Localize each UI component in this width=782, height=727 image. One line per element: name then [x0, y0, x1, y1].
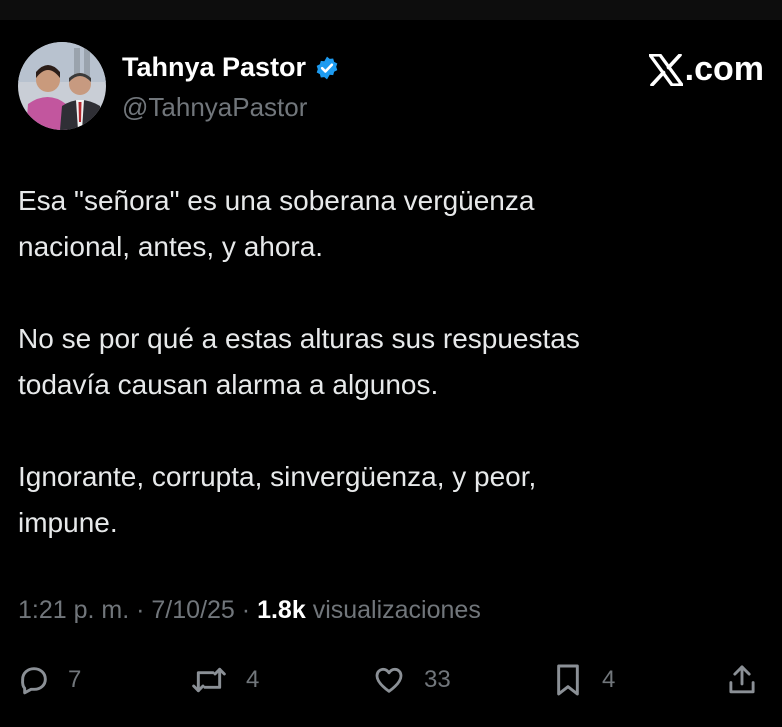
views-count: 1.8k [257, 596, 306, 624]
meta-separator: · [241, 596, 251, 624]
views-label: visualizaciones [312, 596, 481, 624]
repost-icon [192, 667, 226, 693]
meta-separator: · [136, 596, 145, 624]
like-button[interactable]: 33 [372, 660, 451, 700]
bookmark-count: 4 [602, 666, 616, 693]
tweet-paragraph: Esa "señora" es una soberana vergüenza n… [18, 185, 535, 262]
tweet-date[interactable]: 7/10/25 [151, 596, 234, 624]
top-strip [0, 0, 782, 20]
action-bar: 7 4 33 4 [18, 660, 764, 704]
repost-button[interactable]: 4 [190, 660, 259, 700]
tweet-meta: 1:21 p. m. · 7/10/25 · 1.8k visualizacio… [18, 596, 481, 625]
heart-icon [375, 667, 403, 693]
author-name-text[interactable]: Tahnya Pastor [122, 52, 306, 83]
x-com-logo: .com [648, 50, 764, 89]
bookmark-icon [557, 664, 579, 696]
tweet-paragraph: No se por qué a estas alturas sus respue… [18, 323, 580, 400]
reply-count: 7 [68, 666, 82, 693]
repost-count: 4 [246, 666, 260, 693]
x-logo-icon [648, 53, 683, 86]
reply-icon [21, 667, 47, 695]
like-count: 33 [424, 666, 451, 693]
avatar[interactable] [18, 42, 106, 130]
tweet-header: Tahnya Pastor @TahnyaPastor .com [18, 40, 764, 132]
x-logo-domain: .com [684, 50, 764, 88]
tweet-text: Esa "señora" es una soberana vergüenza n… [18, 178, 758, 592]
author-name[interactable]: Tahnya Pastor [122, 52, 340, 83]
share-button[interactable] [726, 660, 776, 700]
author-handle[interactable]: @TahnyaPastor [122, 92, 307, 123]
tweet-time[interactable]: 1:21 p. m. [18, 596, 129, 624]
reply-button[interactable]: 7 [18, 660, 81, 700]
tweet-paragraph: Ignorante, corrupta, sinvergüenza, y peo… [18, 461, 537, 538]
verified-badge-icon [314, 55, 340, 81]
bookmark-button[interactable]: 4 [552, 660, 615, 700]
share-icon [729, 665, 755, 694]
